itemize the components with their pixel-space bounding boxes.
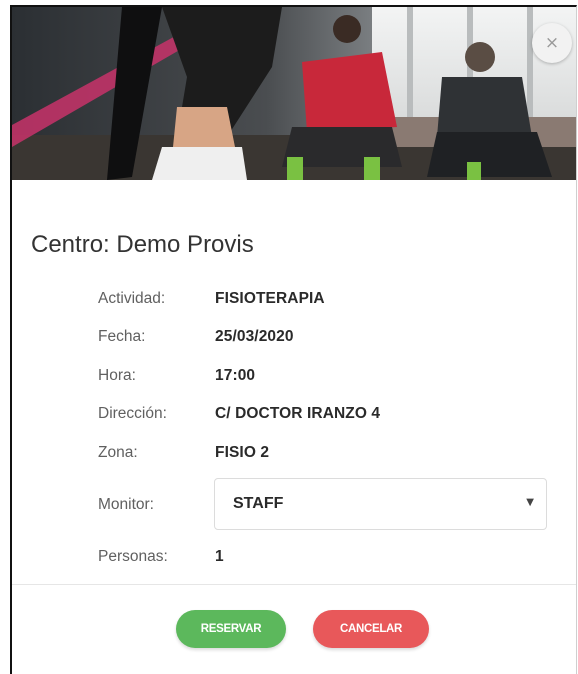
direccion-value: C/ DOCTOR IRANZO 4 — [215, 405, 381, 422]
detail-row-direccion: Dirección: C/ DOCTOR IRANZO 4 — [98, 402, 558, 426]
actividad-label: Actividad: — [98, 290, 166, 307]
close-icon: × — [544, 32, 560, 53]
detail-row-fecha: Fecha: 25/03/2020 — [98, 325, 558, 349]
footer-divider — [12, 584, 576, 585]
detail-row-hora: Hora: 17:00 — [98, 364, 558, 388]
monitor-selected-value: STAFF — [233, 495, 284, 512]
monitor-label: Monitor: — [98, 496, 154, 513]
personas-value: 1 — [215, 548, 224, 565]
reservation-modal: × Centro: Demo Provis Actividad: FISIOTE… — [10, 5, 577, 674]
zona-value: FISIO 2 — [215, 444, 270, 461]
detail-row-zona: Zona: FISIO 2 — [98, 441, 558, 465]
gym-photo — [12, 7, 576, 180]
dropdown-caret-icon: ▼ — [526, 497, 534, 508]
header-image — [12, 7, 576, 180]
direccion-label: Dirección: — [98, 405, 167, 422]
fecha-value: 25/03/2020 — [215, 328, 294, 345]
modal-title: Centro: Demo Provis — [31, 231, 254, 258]
detail-row-personas: Personas: 1 — [98, 545, 558, 569]
zona-label: Zona: — [98, 444, 138, 461]
detail-row-actividad: Actividad: FISIOTERAPIA — [98, 287, 558, 311]
actividad-value: FISIOTERAPIA — [215, 290, 325, 307]
hora-label: Hora: — [98, 367, 136, 384]
monitor-select[interactable]: STAFF ▼ — [214, 478, 547, 530]
fecha-label: Fecha: — [98, 328, 146, 345]
cancelar-button[interactable]: CANCELAR — [313, 610, 429, 648]
reservar-button[interactable]: RESERVAR — [176, 610, 286, 648]
hora-value: 17:00 — [215, 367, 256, 384]
close-button[interactable]: × — [532, 23, 572, 63]
personas-label: Personas: — [98, 548, 168, 565]
